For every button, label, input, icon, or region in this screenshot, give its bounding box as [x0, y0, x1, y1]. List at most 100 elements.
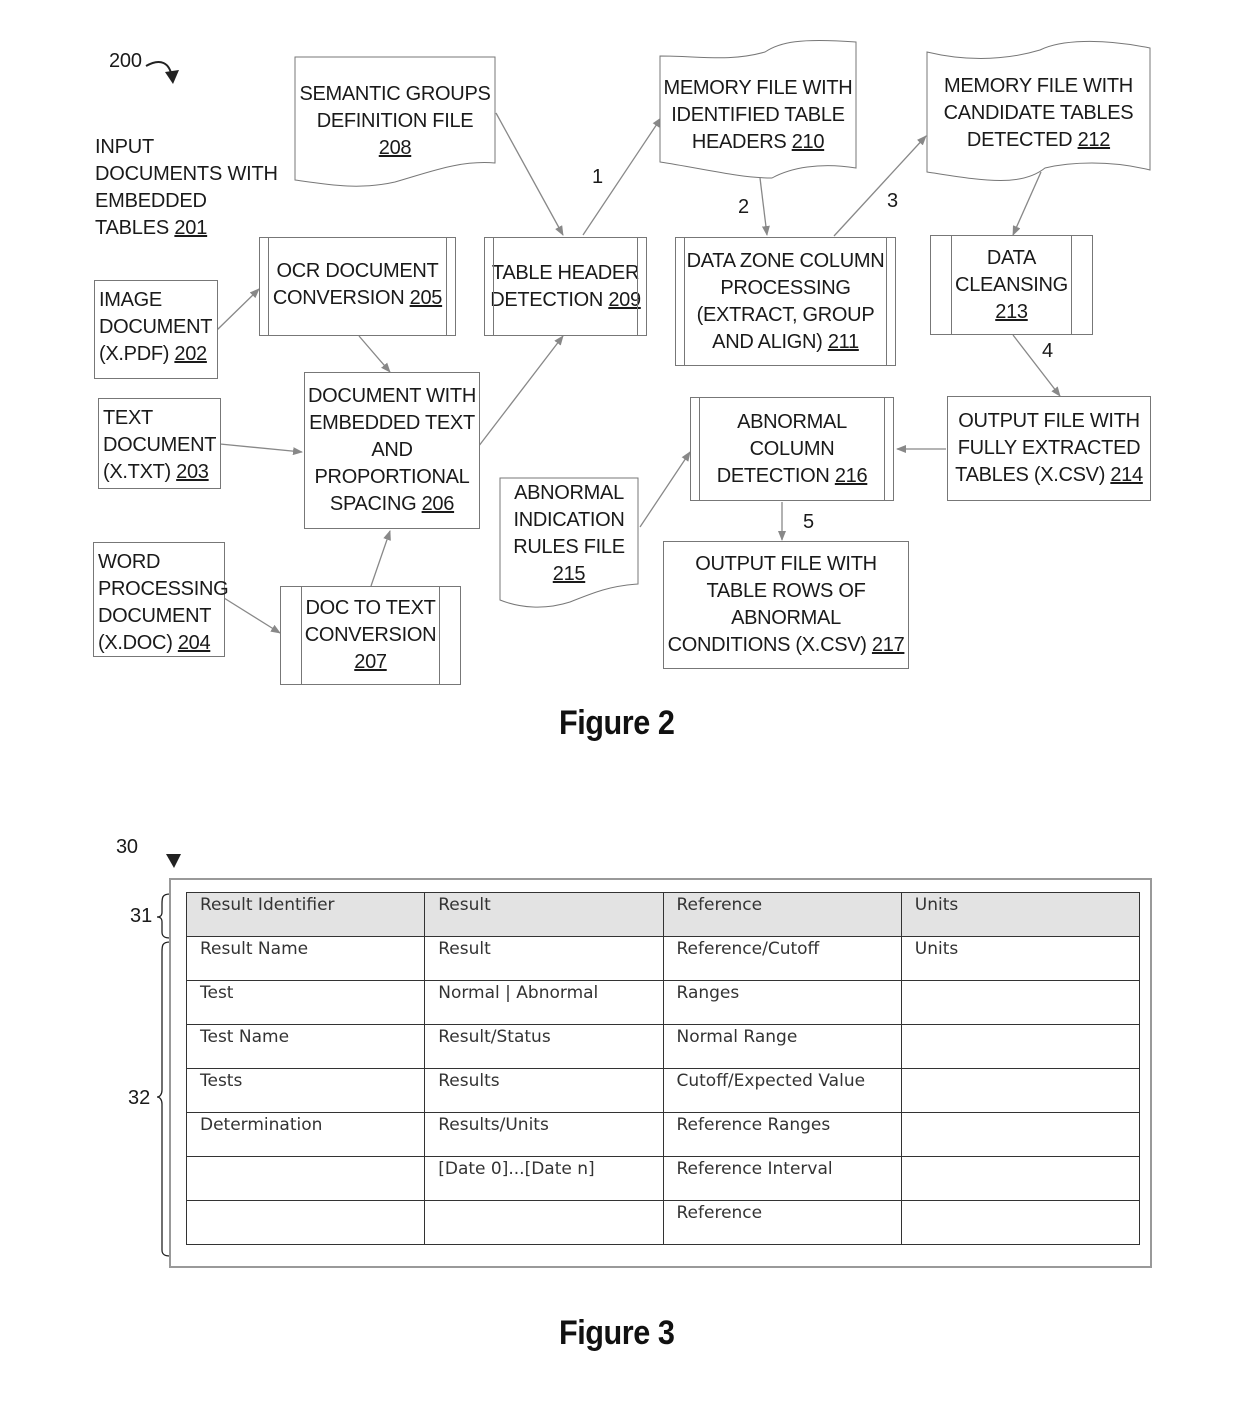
node-line: CANDIDATE TABLES: [943, 102, 1134, 124]
arrow-207-to-206: [370, 530, 391, 587]
node-line: CLEANSING: [955, 273, 1068, 296]
node-text: DETECTION: [490, 288, 604, 311]
node-line: CONDITIONS (X.CSV) 217: [668, 632, 905, 659]
node-line: EMBEDDED TEXT: [309, 412, 475, 434]
node-line: AND ALIGN) 211: [712, 329, 859, 356]
header-cell: Reference: [662, 892, 902, 937]
table-row: Reference: [185, 1200, 1141, 1245]
node-output-fully-extracted-tables[interactable]: OUTPUT FILE WITH FULLY EXTRACTED TABLES …: [947, 396, 1151, 501]
node-text: CONVERSION: [272, 287, 405, 309]
node-line: TABLE ROWS OF: [706, 580, 866, 602]
table-cell: [900, 1112, 1141, 1157]
node-line: DETECTION 216: [717, 463, 868, 490]
node-abnormal-indication-rules-file[interactable]: ABNORMAL INDICATION RULES FILE 215: [500, 480, 638, 588]
table-cell: Ranges: [662, 980, 902, 1025]
table-cell: [185, 1200, 426, 1245]
arrow-202-to-205: [216, 288, 260, 331]
node-data-cleansing[interactable]: DATA CLEANSING 213: [930, 235, 1093, 335]
node-output-abnormal-conditions[interactable]: OUTPUT FILE WITH TABLE ROWS OF ABNORMAL …: [663, 541, 909, 669]
table-row: [Date 0]...[Date n] Reference Interval: [185, 1156, 1141, 1201]
table-cell: Determination: [185, 1112, 426, 1157]
node-line: DOCUMENT: [98, 605, 212, 627]
table-header-row: Result Identifier Result Reference Units: [185, 892, 1141, 937]
node-line: DATA ZONE COLUMN: [686, 249, 885, 272]
node-line: MEMORY FILE WITH: [944, 75, 1133, 97]
figure-3-caption: Figure 3: [559, 1314, 675, 1352]
node-word-processing-document[interactable]: WORD PROCESSING DOCUMENT (X.DOC) 204: [93, 542, 229, 657]
header-cell: Result: [424, 892, 664, 937]
node-table-header-detection[interactable]: TABLE HEADER DETECTION 209: [484, 237, 647, 336]
node-memory-file-candidate-tables[interactable]: MEMORY FILE WITH CANDIDATE TABLES DETECT…: [927, 73, 1150, 154]
ref-number: 210: [791, 131, 825, 153]
node-text: AND ALIGN): [712, 330, 823, 353]
header-cell: Units: [900, 892, 1141, 937]
node-ocr-document-conversion[interactable]: OCR DOCUMENT CONVERSION 205: [259, 237, 456, 336]
node-line: SPACING 206: [330, 491, 454, 518]
node-line: INDICATION: [513, 509, 625, 531]
ref-number: 205: [409, 287, 443, 309]
ref-number: 204: [177, 632, 211, 654]
node-line: ABNORMAL: [731, 607, 841, 629]
node-line: DEFINITION FILE: [316, 110, 474, 132]
node-line: ABNORMAL: [514, 482, 624, 504]
label-line: TABLES 201: [95, 215, 278, 242]
figure-2-ref-label: 200: [109, 50, 142, 72]
figure-ref-arrowhead: [165, 70, 179, 84]
node-line: SEMANTIC GROUPS: [299, 83, 491, 105]
node-data-zone-column-processing[interactable]: DATA ZONE COLUMN PROCESSING (EXTRACT, GR…: [675, 237, 896, 366]
ref-number: 213: [995, 300, 1028, 323]
table-cell: Reference Interval: [662, 1156, 902, 1201]
node-document-with-embedded-text[interactable]: DOCUMENT WITH EMBEDDED TEXT AND PROPORTI…: [304, 372, 480, 529]
ref-number: 207: [354, 651, 387, 673]
node-memory-file-identified-headers[interactable]: MEMORY FILE WITH IDENTIFIED TABLE HEADER…: [660, 75, 856, 156]
arrow-204-to-207: [223, 597, 281, 634]
label-text: TABLES: [95, 217, 170, 239]
table-cell: Cutoff/Expected Value: [662, 1068, 902, 1113]
brace-label-body: 32: [128, 1087, 151, 1109]
node-image-document[interactable]: IMAGE DOCUMENT (X.PDF) 202: [94, 280, 218, 379]
table-cell: Result/Status: [424, 1024, 664, 1069]
ref-number: 212: [1077, 129, 1111, 151]
ref-number: 208: [378, 137, 412, 159]
node-line: DOCUMENT: [103, 434, 217, 456]
table-cell: Normal | Abnormal: [424, 980, 664, 1025]
node-text: DETECTION: [716, 464, 830, 487]
table-row: Result Name Result Reference/Cutoff Unit…: [185, 936, 1141, 981]
table-cell: Reference Ranges: [662, 1112, 902, 1157]
header-cell: Result Identifier: [185, 892, 426, 937]
node-line: RULES FILE: [513, 536, 625, 558]
ref-number: 211: [827, 330, 859, 353]
arrow-206-to-209: [474, 335, 564, 452]
figure-2-caption: Figure 2: [559, 704, 675, 742]
node-line: AND: [371, 439, 413, 461]
node-text-document[interactable]: TEXT DOCUMENT (X.TXT) 203: [98, 398, 221, 489]
node-doc-to-text-conversion[interactable]: DOC TO TEXT CONVERSION 207: [280, 586, 461, 685]
node-text: (X.PDF): [99, 343, 170, 365]
node-text: (X.DOC): [98, 632, 173, 654]
table-cell: [900, 1024, 1141, 1069]
ref-number: 201: [174, 217, 208, 239]
ref-number: 206: [421, 493, 455, 515]
node-line: DOCUMENT WITH: [308, 385, 476, 407]
node-line: DOCUMENT: [99, 316, 213, 338]
table-cell: [424, 1200, 664, 1245]
node-semantic-groups-definition-file[interactable]: SEMANTIC GROUPS DEFINITION FILE 208: [295, 81, 495, 162]
node-line: PROPORTIONAL: [314, 466, 470, 488]
node-line: ABNORMAL: [737, 410, 847, 433]
table-cell: Test: [185, 980, 426, 1025]
table-cell: Units: [900, 936, 1141, 981]
node-line: TABLES (X.CSV) 214: [955, 462, 1143, 489]
table-cell: Result: [424, 936, 664, 981]
table-cell: Test Name: [185, 1024, 426, 1069]
table-row: Determination Results/Units Reference Ra…: [185, 1112, 1141, 1157]
node-line: PROCESSING: [98, 578, 229, 600]
node-line: (X.PDF) 202: [99, 341, 207, 368]
arrow-208-to-209: [495, 112, 564, 236]
table-cell: Results: [424, 1068, 664, 1113]
node-line: CONVERSION 205: [272, 285, 443, 312]
node-line: TABLE HEADER: [491, 261, 640, 284]
node-line: FULLY EXTRACTED: [957, 437, 1141, 459]
node-abnormal-column-detection[interactable]: ABNORMAL COLUMN DETECTION 216: [690, 397, 894, 501]
node-line: PROCESSING: [720, 276, 851, 299]
table-cell: Results/Units: [424, 1112, 664, 1157]
